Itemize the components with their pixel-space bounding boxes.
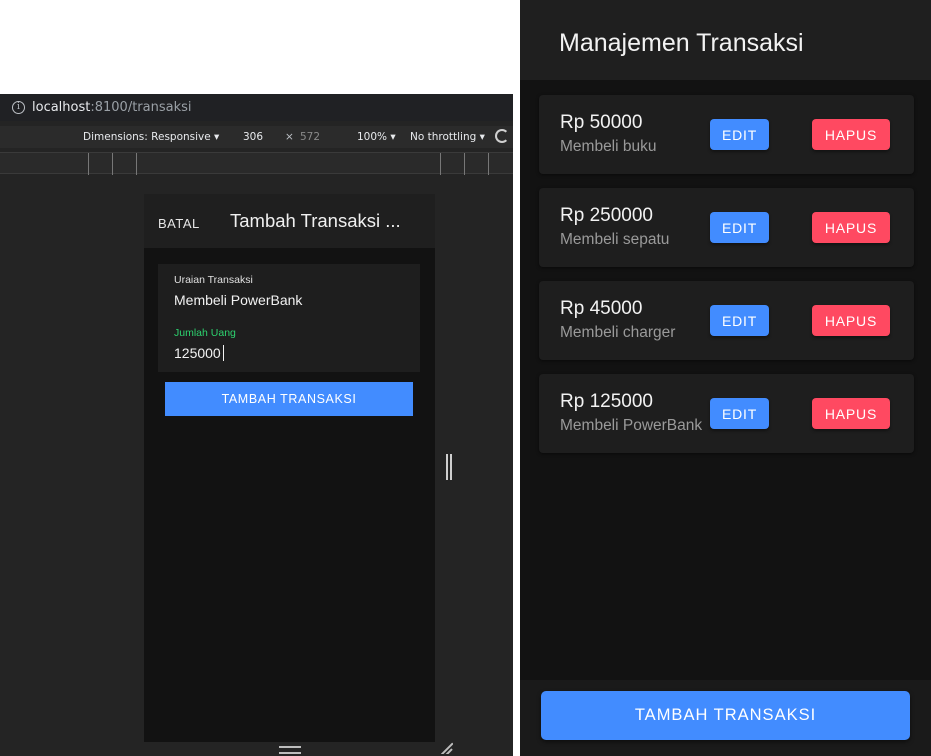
device-toolbar: Dimensions: Responsive ▾ 306 × 572 100% … bbox=[0, 126, 513, 148]
edit-button[interactable]: EDIT bbox=[710, 398, 769, 429]
transaction-form: Uraian Transaksi Membeli PowerBank Jumla… bbox=[158, 264, 420, 372]
edit-button[interactable]: EDIT bbox=[710, 119, 769, 150]
resize-handle-right[interactable] bbox=[446, 454, 452, 480]
description-input[interactable]: Membeli PowerBank bbox=[174, 292, 302, 308]
url-bar[interactable]: i localhost :8100/transaksi bbox=[0, 94, 513, 121]
height-input[interactable]: 572 bbox=[300, 131, 320, 143]
url-path: :8100/transaksi bbox=[90, 100, 192, 115]
info-icon[interactable]: i bbox=[12, 101, 25, 114]
edit-button[interactable]: EDIT bbox=[710, 212, 769, 243]
delete-button[interactable]: HAPUS bbox=[812, 398, 890, 429]
resize-handle-bottom[interactable] bbox=[279, 746, 301, 754]
transaction-amount: Rp 45000 bbox=[560, 298, 643, 319]
list-item: Rp 50000 Membeli buku EDIT HAPUS bbox=[539, 95, 914, 174]
transaction-amount: Rp 250000 bbox=[560, 205, 653, 226]
submit-transaction-button[interactable]: TAMBAH TRANSAKSI bbox=[165, 382, 413, 416]
transaction-description: Membeli PowerBank bbox=[560, 417, 703, 434]
transaction-amount: Rp 125000 bbox=[560, 391, 653, 412]
add-transaction-button[interactable]: TAMBAH TRANSAKSI bbox=[541, 691, 910, 740]
transaction-description: Membeli sepatu bbox=[560, 231, 670, 248]
devtools-panel: i localhost :8100/transaksi Dimensions: … bbox=[0, 94, 513, 756]
dimensions-dropdown[interactable]: Dimensions: Responsive ▾ bbox=[83, 131, 219, 143]
list-item: Rp 125000 Membeli PowerBank EDIT HAPUS bbox=[539, 374, 914, 453]
transaction-description: Membeli buku bbox=[560, 138, 657, 155]
throttling-dropdown[interactable]: No throttling ▾ bbox=[410, 131, 485, 143]
footer: TAMBAH TRANSAKSI bbox=[520, 680, 931, 756]
device-viewport: BATAL Tambah Transaksi ... Uraian Transa… bbox=[144, 194, 435, 742]
app-header: Manajemen Transaksi bbox=[520, 0, 931, 80]
transaction-amount: Rp 50000 bbox=[560, 112, 643, 133]
amount-label: Jumlah Uang bbox=[174, 327, 236, 339]
width-input[interactable]: 306 bbox=[243, 131, 263, 143]
modal-title: Tambah Transaksi ... bbox=[230, 210, 401, 231]
delete-button[interactable]: HAPUS bbox=[812, 212, 890, 243]
zoom-dropdown[interactable]: 100% ▾ bbox=[357, 131, 396, 143]
page-title: Manajemen Transaksi bbox=[559, 29, 804, 57]
resize-corner-icon[interactable] bbox=[441, 742, 453, 754]
list-item: Rp 250000 Membeli sepatu EDIT HAPUS bbox=[539, 188, 914, 267]
cancel-button[interactable]: BATAL bbox=[158, 216, 200, 231]
rotate-icon[interactable] bbox=[495, 129, 509, 143]
amount-input[interactable]: 125000 bbox=[174, 345, 224, 361]
description-label: Uraian Transaksi bbox=[174, 274, 253, 286]
list-item: Rp 45000 Membeli charger EDIT HAPUS bbox=[539, 281, 914, 360]
media-query-ruler bbox=[0, 152, 513, 175]
app-screen: Manajemen Transaksi Rp 50000 Membeli buk… bbox=[520, 0, 931, 756]
delete-button[interactable]: HAPUS bbox=[812, 305, 890, 336]
times-icon: × bbox=[285, 131, 294, 143]
edit-button[interactable]: EDIT bbox=[710, 305, 769, 336]
delete-button[interactable]: HAPUS bbox=[812, 119, 890, 150]
url-host: localhost bbox=[32, 100, 91, 115]
modal-header: BATAL Tambah Transaksi ... bbox=[144, 194, 435, 248]
transaction-description: Membeli charger bbox=[560, 324, 676, 341]
